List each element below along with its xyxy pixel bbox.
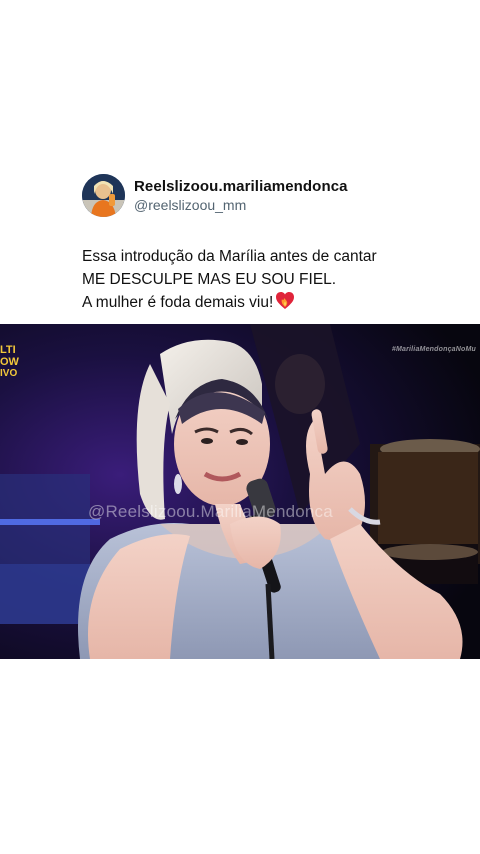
channel-logo-text: OW [0, 356, 19, 368]
channel-logo-text: LTI [0, 344, 16, 356]
channel-logo-text: IVO [0, 368, 18, 379]
post-text-line: ME DESCULPE MAS EU SOU FIEL. [82, 270, 337, 288]
video-frame [0, 324, 480, 659]
post-text-line: Essa introdução da Marília antes de cant… [82, 248, 377, 265]
post-text-line: A mulher é foda demais viu! [82, 291, 462, 318]
post-header: Reelslizoou.mariliamendonca @reelslizoou… [82, 173, 462, 219]
post-text: Essa introdução da Marília antes de cant… [82, 246, 462, 318]
user-handle[interactable]: @reelslizoou_mm [134, 197, 246, 213]
heart-on-fire-icon [275, 291, 295, 318]
avatar-image [82, 174, 125, 217]
video-watermark: @Reelslizoou.MariliaMendonca [88, 502, 333, 521]
post-text-line-content: A mulher é foda demais viu! [82, 294, 274, 311]
display-name[interactable]: Reelslizoou.mariliamendonca [134, 178, 348, 195]
video-player[interactable]: LTI OW IVO #MariliaMendonçaNoMu @Reelsli… [0, 324, 480, 659]
channel-logo: LTI OW IVO [0, 344, 20, 404]
avatar[interactable] [82, 174, 125, 217]
video-hashtag: #MariliaMendonçaNoMu [391, 346, 476, 353]
